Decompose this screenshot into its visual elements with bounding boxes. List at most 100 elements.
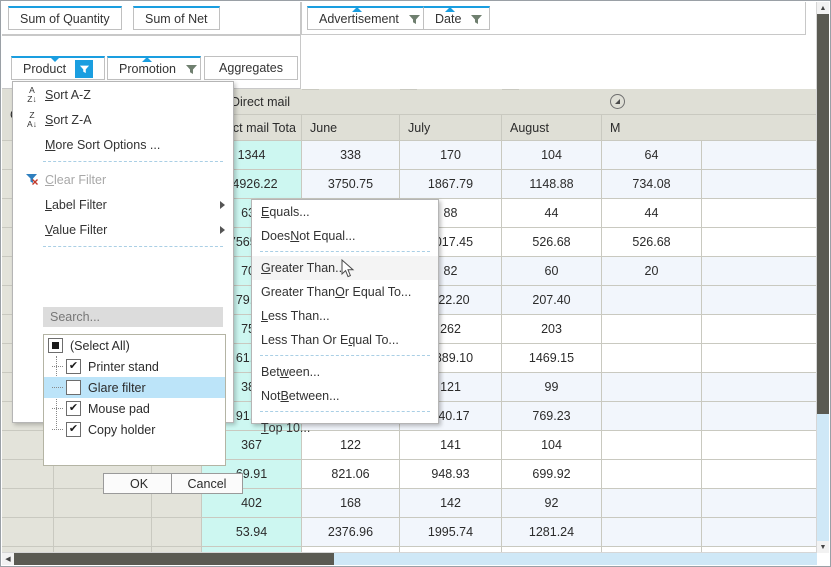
data-cell-text: 82 (443, 264, 458, 278)
data-cell-text: 121 (440, 380, 461, 394)
filter-search-input[interactable]: Search... (43, 307, 223, 327)
data-cell-text: 1995.74 (427, 525, 474, 539)
value-filter-option[interactable]: Does Not Equal... (252, 224, 438, 248)
filter-menu-item-sort-za[interactable]: Z A↓ Sort Z-A (13, 107, 233, 132)
data-cell: 207.40 (502, 286, 602, 315)
value-filter-option[interactable]: Bet w een... (252, 360, 438, 384)
value-filter-option[interactable]: Not Between... (252, 384, 438, 408)
data-cell: 769.23 (502, 402, 602, 431)
scroll-left-arrow-icon[interactable]: ◀ (2, 553, 14, 565)
value-filter-option[interactable]: Greater Than... (252, 256, 438, 280)
data-cell (702, 286, 817, 315)
value-filter-option[interactable]: Less Than Or Eq ual To... (252, 328, 438, 352)
data-cell-text: 1867.79 (427, 177, 474, 191)
partial-check-square (52, 342, 59, 349)
checkbox-checked[interactable]: ✔ (66, 401, 81, 416)
row-header-promotion[interactable] (54, 518, 152, 547)
row-header-product[interactable] (2, 518, 54, 547)
data-cell-text: 104 (541, 148, 562, 162)
filter-funnel-active-icon[interactable] (75, 59, 94, 78)
scroll-down-arrow-icon[interactable]: ▼ (817, 541, 829, 553)
filter-checkbox-item[interactable]: ✔ Copy holder (44, 419, 225, 440)
data-cell: 170 (400, 141, 502, 170)
field-pill-promotion[interactable]: Promotion (107, 56, 201, 80)
filter-menu-item-label-filter[interactable]: Label Filter (13, 192, 233, 217)
ok-button[interactable]: OK (103, 473, 175, 494)
data-cell: 99 (502, 373, 602, 402)
grand-total-value-text: 367 (241, 438, 262, 452)
value-filter-option[interactable]: Top 10... (252, 416, 438, 440)
filter-menu-item-more-sort[interactable]: More Sort Options ... (13, 132, 233, 157)
data-cell-text: 168 (340, 496, 361, 510)
field-pill-product[interactable]: Product (11, 56, 105, 80)
data-cell: 1867.79 (400, 170, 502, 199)
data-cell-text: 2376.96 (327, 525, 374, 539)
value-filter-option[interactable]: Less Than... (252, 304, 438, 328)
pivot-grid-window: Sum of Quantity Sum of Net Advertisement… (0, 0, 831, 567)
horizontal-scrollbar-thumb[interactable] (14, 553, 334, 565)
column-header-august[interactable]: August (502, 115, 602, 141)
filter-menu-item-value-filter[interactable]: Value Filter (13, 217, 233, 242)
field-pill-sum-of-net[interactable]: Sum of Net (133, 6, 220, 30)
value-filter-option[interactable]: Equals... (252, 200, 438, 224)
row-header-aggregate[interactable] (152, 518, 202, 547)
noop (502, 89, 519, 90)
filter-menu-item-label: Label Filter (45, 197, 107, 212)
vertical-scrollbar-track-lower[interactable] (817, 414, 829, 541)
data-cell-text: 526.68 (632, 235, 671, 249)
filter-checkbox-list[interactable]: (Select All) ✔ Printer stand Glare filter ✔ M… (43, 334, 226, 466)
data-cell: 20 (602, 257, 702, 286)
filter-checkbox-item[interactable]: ✔ Mouse pad (44, 398, 225, 419)
data-cell: 699.92 (502, 460, 602, 489)
submenu-arrow-icon (220, 225, 225, 234)
filter-funnel-icon[interactable] (470, 13, 483, 25)
column-header-july[interactable]: July (400, 115, 502, 141)
product-filter-dropdown: A Z↓ Sort A-Z Z A↓ Sort Z-A More Sort Options … (12, 81, 243, 494)
filter-menu-item-sort-az[interactable]: A Z↓ Sort A-Z (13, 82, 233, 107)
data-cell-text: 92 (544, 496, 559, 510)
filter-checkbox-item[interactable]: ✔ Printer stand (44, 356, 225, 377)
cancel-button[interactable]: Cancel (171, 473, 243, 494)
data-cell: 821.06 (302, 460, 400, 489)
filter-funnel-icon[interactable] (408, 13, 421, 25)
scroll-up-arrow-icon[interactable]: ▲ (817, 2, 829, 14)
data-cell-text: 526.68 (532, 235, 571, 249)
collapse-expander-icon[interactable]: ◢ (610, 94, 625, 109)
checkbox-partial[interactable] (48, 338, 63, 353)
filter-checkbox-item[interactable]: Glare filter (44, 377, 225, 398)
data-cell: 1281.24 (502, 518, 602, 547)
column-header-june[interactable]: June (302, 115, 400, 141)
data-cell: 734.08 (602, 170, 702, 199)
filter-funnel-icon[interactable] (185, 63, 198, 75)
horizontal-scrollbar[interactable]: ◀ (2, 552, 817, 565)
checkbox-checked[interactable]: ✔ (66, 422, 81, 437)
data-cell: 168 (302, 489, 400, 518)
field-pill-label: Sum of Net (145, 11, 208, 26)
filter-checkbox-item[interactable]: (Select All) (44, 335, 225, 356)
data-cell: 203 (502, 315, 602, 344)
row-header-product[interactable] (2, 489, 54, 518)
field-pill-aggregates[interactable]: Aggregates (204, 56, 298, 80)
value-filter-submenu: Equals... Does Not Equal... Greater Than..… (251, 199, 439, 435)
data-cell: 60 (502, 257, 602, 286)
field-pill-advertisement[interactable]: Advertisement (307, 6, 428, 30)
field-pill-sum-of-quantity[interactable]: Sum of Quantity (8, 6, 122, 30)
vertical-scrollbar[interactable]: ▲ ▼ (816, 2, 829, 553)
vertical-scrollbar-thumb[interactable] (817, 14, 829, 414)
checkbox-checked[interactable]: ✔ (66, 359, 81, 374)
data-cell-text: 1148.88 (529, 177, 574, 191)
value-filter-submenu-items: Equals... Does Not Equal... Greater Than..… (252, 200, 438, 440)
filter-menu-item-clear: Clear Filter (13, 167, 233, 192)
column-group-header-next[interactable]: ◢ (602, 89, 817, 115)
data-cell (602, 402, 702, 431)
value-filter-option[interactable]: Greater Than Or Equal To... (252, 280, 438, 304)
data-cell (602, 315, 702, 344)
column-group-header-direct-mail-text: Direct mail (231, 94, 291, 109)
field-pill-date[interactable]: Date (423, 6, 491, 30)
data-cell (702, 315, 817, 344)
data-cell-text: 142 (440, 496, 461, 510)
data-cell: 1469.15 (502, 344, 602, 373)
data-cell (702, 489, 817, 518)
checkbox-unchecked[interactable] (66, 380, 81, 395)
column-header-next-month[interactable]: M (602, 115, 817, 141)
